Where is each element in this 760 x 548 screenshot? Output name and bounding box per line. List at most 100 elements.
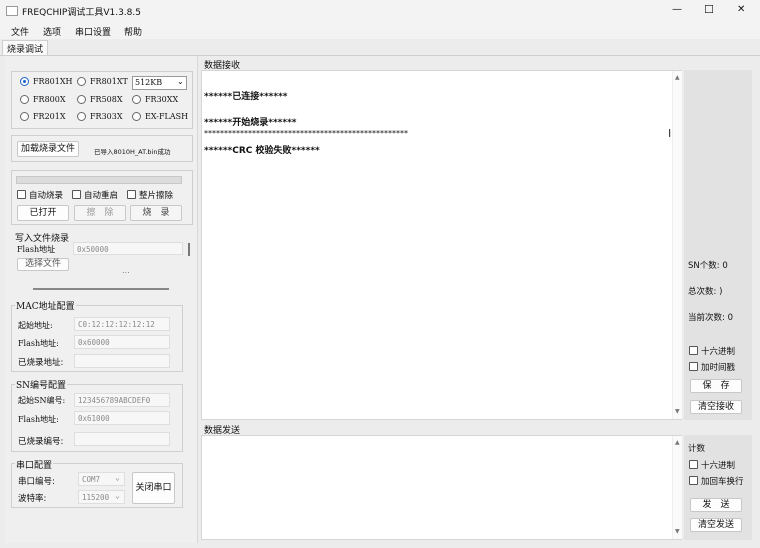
app-icon [6, 6, 18, 16]
receive-line-4: ******CRC 校验失败****** [204, 146, 320, 156]
write-flash-label: Flash地址 [17, 245, 56, 254]
receive-line-1: ******已连接****** [204, 92, 288, 102]
radio-fr201x[interactable] [20, 112, 29, 121]
sn-title: SN编号配置 [15, 378, 68, 391]
baud-label: 波特率: [18, 494, 47, 504]
write-hscrollbar[interactable] [33, 288, 169, 290]
baud-value: 115200 [82, 493, 110, 502]
receive-scrollbar[interactable]: ▲ ▼ [672, 71, 682, 419]
chevron-down-icon: ⌄ [177, 77, 184, 86]
full-erase-checkbox[interactable] [127, 190, 136, 199]
current-count-label: 当前次数: 0 [688, 313, 733, 323]
sn-count-label: SN个数: 0 [688, 261, 728, 271]
receive-hex-checkbox[interactable] [689, 346, 698, 355]
chevron-down-icon: ⌄ [115, 491, 120, 500]
radio-fr508x[interactable] [77, 95, 86, 104]
label-fr30xx: FR30XX [145, 95, 179, 104]
write-file-title: 写入文件烧录 [15, 234, 70, 244]
mac-start-field[interactable]: C0:12:12:12:12:12 [74, 317, 170, 331]
send-hex-checkbox[interactable] [689, 460, 698, 469]
receive-textarea[interactable]: ******已连接****** ******开始烧录****** *******… [201, 70, 682, 420]
radio-fr303x[interactable] [77, 112, 86, 121]
full-erase-label: 整片擦除 [139, 191, 174, 201]
scroll-down-icon[interactable]: ▼ [675, 528, 680, 535]
mac-burned-field[interactable] [74, 354, 170, 368]
mac-flash-label: Flash地址: [18, 339, 59, 348]
send-textarea[interactable]: ▲ ▼ [201, 435, 682, 540]
label-fr508x: FR508X [90, 95, 123, 104]
receive-line-3: ****************************************… [204, 129, 408, 138]
clear-receive-button[interactable]: 清空接收 [690, 400, 742, 414]
menu-options[interactable]: 选项 [43, 25, 61, 38]
sn-flash-field[interactable]: 0x61000 [74, 411, 170, 425]
burn-options-group: 自动烧录 自动重启 整片擦除 已打开 擦 除 烧 录 [11, 170, 193, 225]
load-file-button[interactable]: 加载烧录文件 [17, 141, 79, 157]
flash-size-select[interactable]: 512KB ⌄ [132, 76, 187, 90]
timestamp-checkbox[interactable] [689, 362, 698, 371]
radio-fr30xx[interactable] [132, 95, 141, 104]
close-button[interactable]: ✕ [737, 4, 745, 15]
clear-send-button[interactable]: 清空发送 [690, 518, 742, 532]
mac-flash-field[interactable]: 0x60000 [74, 335, 170, 349]
count-label: 计数 [688, 444, 706, 454]
mac-title: MAC地址配置 [15, 299, 76, 312]
send-button[interactable]: 发 送 [690, 498, 742, 512]
chevron-down-icon: ⌄ [115, 473, 120, 482]
radio-fr801xh[interactable] [20, 77, 29, 86]
baud-select[interactable]: 115200 ⌄ [78, 490, 125, 504]
send-scrollbar[interactable]: ▲ ▼ [672, 436, 682, 539]
menu-serial-settings[interactable]: 串口设置 [75, 25, 111, 38]
choose-file-dots: ... [122, 266, 130, 275]
window-title: FREQCHIP调试工具V1.3.8.5 [22, 8, 141, 18]
sn-burned-label: 已烧录编号: [18, 437, 64, 447]
burn-progress-bar [16, 176, 182, 184]
write-flash-field[interactable]: 0x50000 [73, 242, 183, 255]
serial-config-group: 串口配置 串口编号: COM7 ⌄ 波特率: 115200 ⌄ 关闭串口 [11, 458, 183, 508]
scroll-up-icon[interactable]: ▲ [675, 74, 680, 81]
label-ex-flash: EX-FLASH [145, 112, 189, 121]
crlf-checkbox[interactable] [689, 476, 698, 485]
scroll-up-icon[interactable]: ▲ [675, 439, 680, 446]
choose-file-button[interactable]: 选择文件 [17, 258, 69, 271]
burn-button[interactable]: 烧 录 [130, 205, 182, 221]
title-bar: FREQCHIP调试工具V1.3.8.5 — ☐ ✕ [0, 0, 760, 22]
scroll-down-icon[interactable]: ▼ [675, 408, 680, 415]
radio-fr801xt[interactable] [77, 77, 86, 86]
sn-burned-field[interactable] [74, 432, 170, 446]
menu-file[interactable]: 文件 [11, 25, 29, 38]
port-select[interactable]: COM7 ⌄ [78, 472, 125, 486]
write-file-group: 写入文件烧录 Flash地址 0x50000 选择文件 ... [11, 230, 193, 290]
serial-title: 串口配置 [15, 458, 54, 471]
receive-hex-label: 十六进制 [701, 347, 736, 357]
menu-help[interactable]: 帮助 [124, 25, 142, 38]
close-serial-button[interactable]: 关闭串口 [132, 472, 175, 504]
sn-start-label: 起始SN编号: [18, 396, 66, 405]
erase-button[interactable]: 擦 除 [74, 205, 126, 221]
auto-restart-checkbox[interactable] [72, 190, 81, 199]
sn-start-field[interactable]: 123456789ABCDEF0 [74, 393, 170, 407]
chip-select-group: FR801XH FR801XT 512KB ⌄ FR800X FR508X FR… [11, 71, 193, 129]
label-fr201x: FR201X [33, 112, 66, 121]
radio-ex-flash[interactable] [132, 112, 141, 121]
minimize-button[interactable]: — [672, 4, 682, 15]
radio-fr800x[interactable] [20, 95, 29, 104]
mac-config-group: MAC地址配置 起始地址: C0:12:12:12:12:12 Flash地址:… [11, 299, 183, 372]
maximize-button[interactable]: ☐ [704, 3, 714, 16]
auto-burn-checkbox[interactable] [17, 190, 26, 199]
save-button[interactable]: 保 存 [690, 379, 742, 393]
tab-burn-debug[interactable]: 烧录调试 [2, 40, 49, 55]
mac-start-label: 起始地址: [18, 321, 53, 330]
label-fr801xt: FR801XT [90, 77, 128, 86]
mac-burned-label: 已烧录地址: [18, 358, 64, 368]
send-hex-label: 十六进制 [701, 461, 736, 471]
auto-restart-label: 自动重启 [84, 191, 119, 201]
write-scrollbar[interactable] [188, 243, 190, 256]
port-value: COM7 [82, 475, 101, 484]
opened-button[interactable]: 已打开 [17, 205, 69, 221]
auto-burn-label: 自动烧录 [29, 191, 64, 201]
menu-bar: 文件 选项 串口设置 帮助 [0, 22, 760, 39]
timestamp-label: 加时间戳 [701, 363, 736, 373]
send-side-panel: 计数 十六进制 加回车换行 发 送 清空发送 [684, 435, 752, 540]
label-fr801xh: FR801XH [33, 77, 73, 86]
load-status-text: 已导入8010H_AT.bin成功 [94, 148, 171, 156]
